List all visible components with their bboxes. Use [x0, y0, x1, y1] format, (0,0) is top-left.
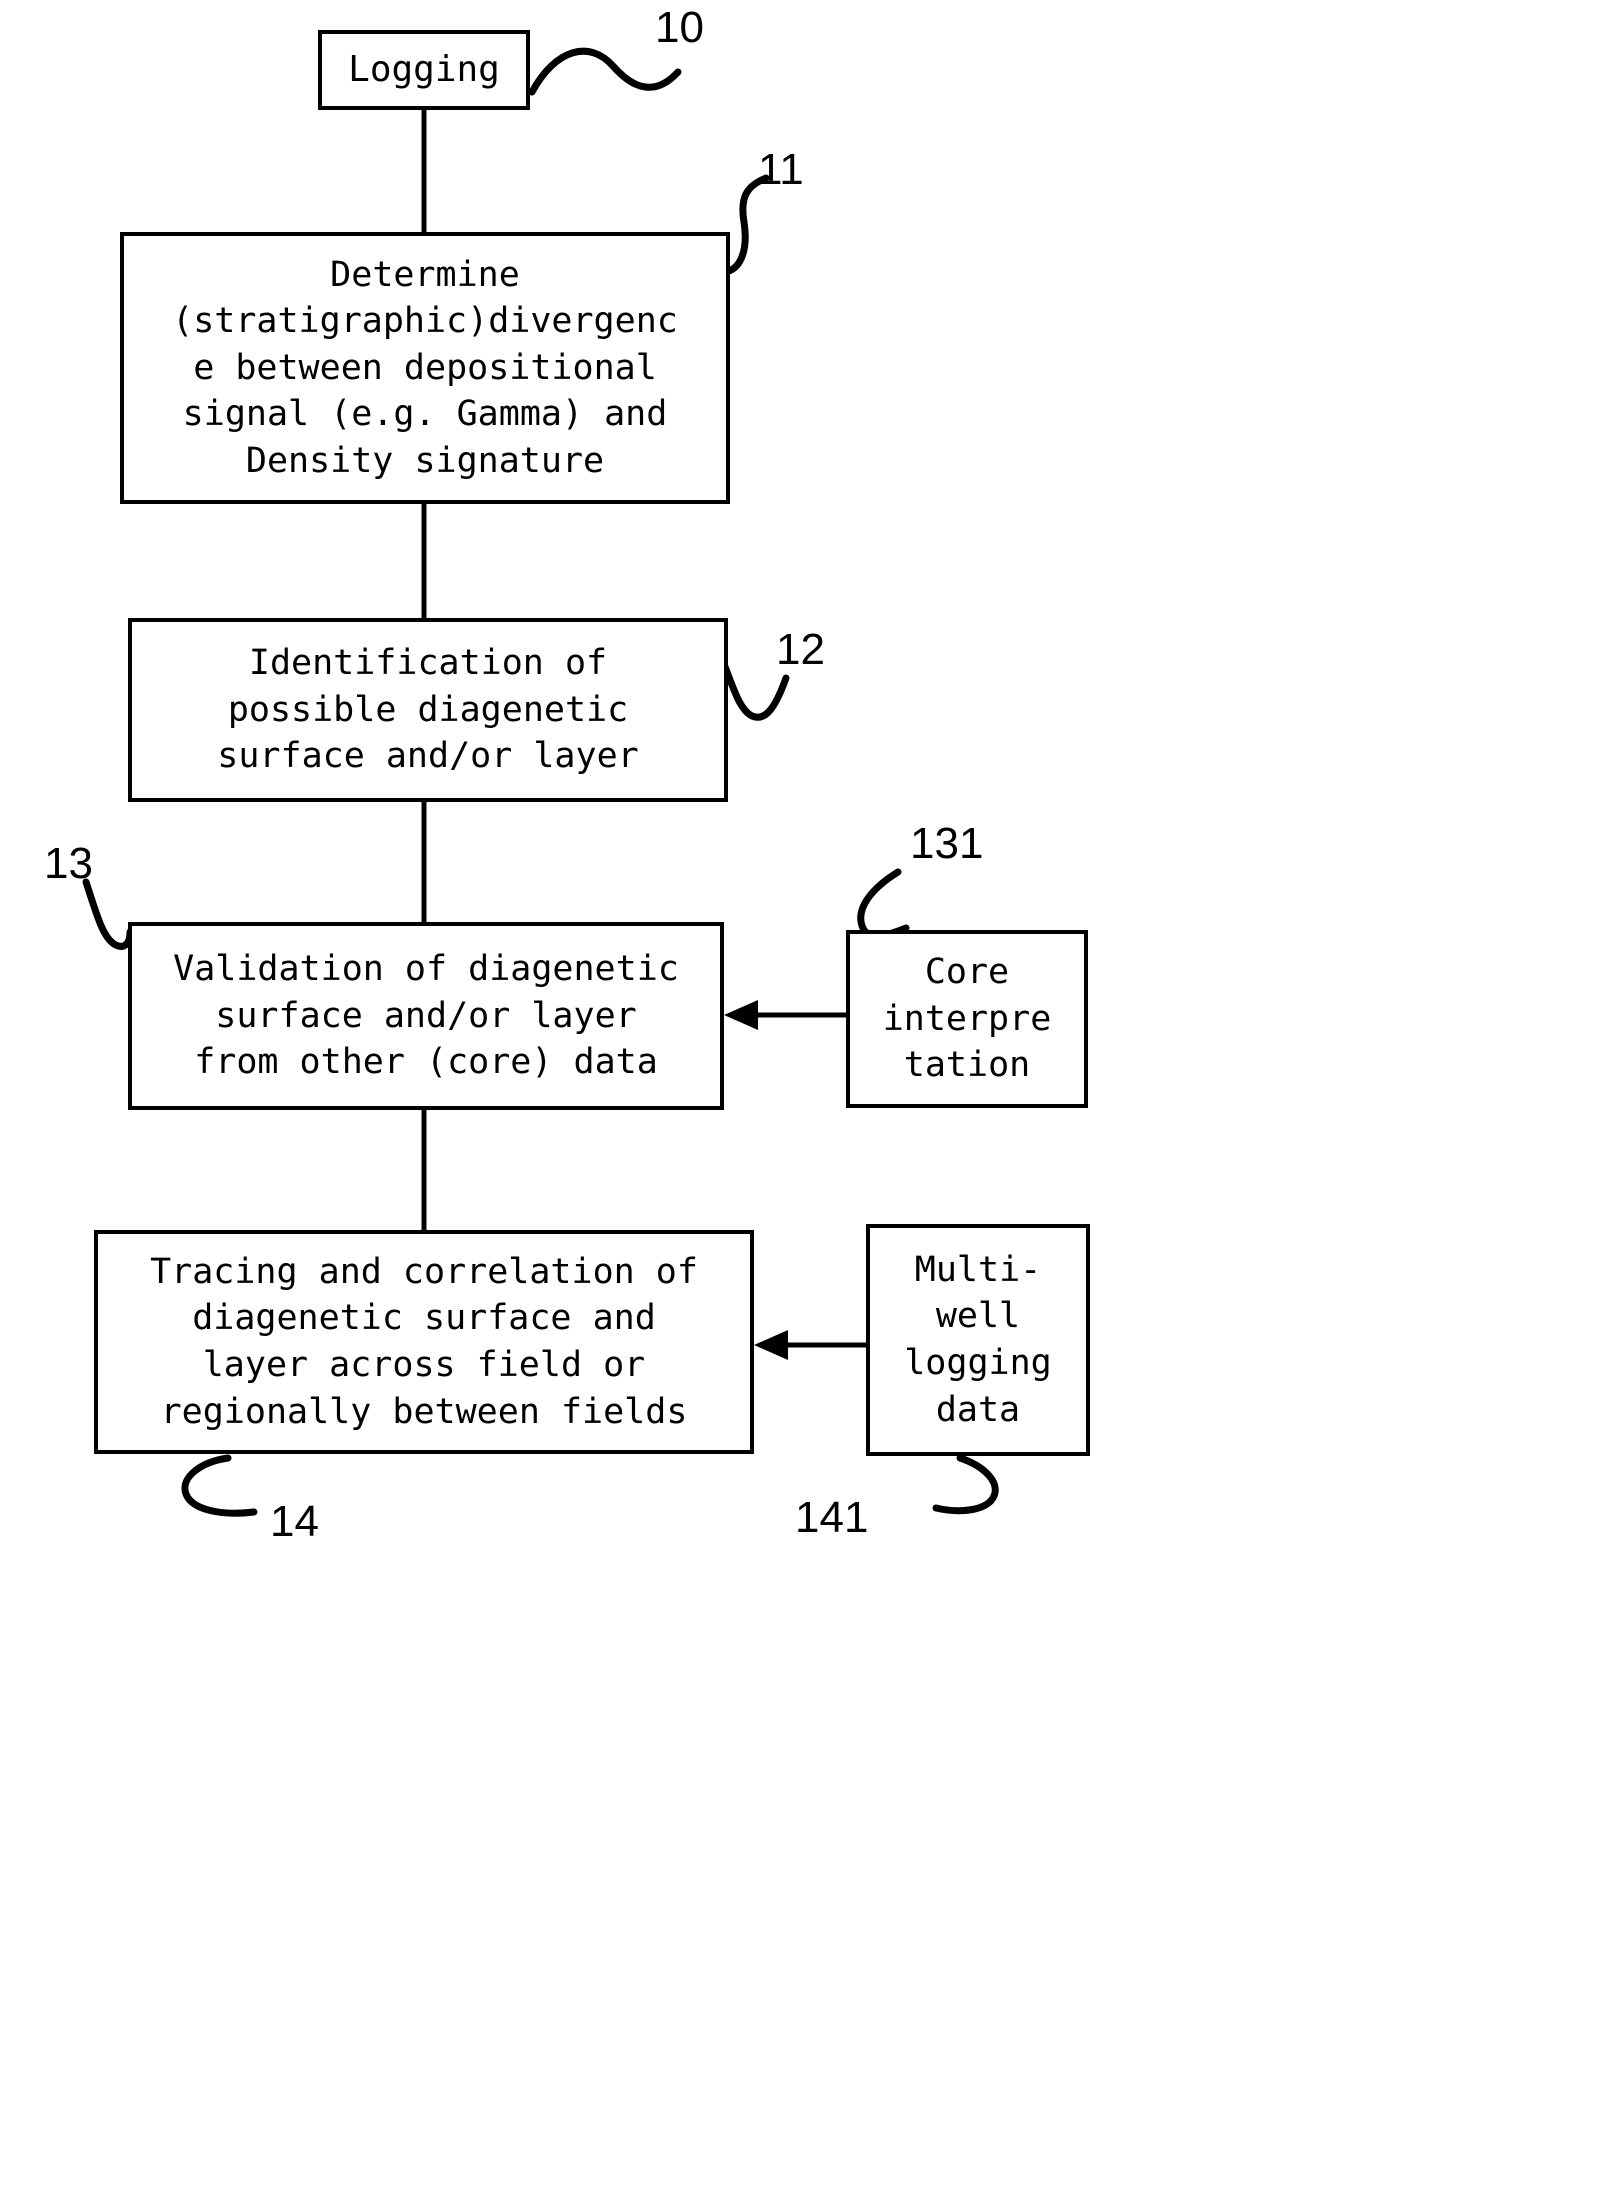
node-logging[interactable]: Logging	[318, 30, 530, 110]
reference-numeral-14: 14	[270, 1497, 319, 1546]
reference-numeral-12: 12	[776, 625, 825, 674]
reference-numeral-13: 13	[44, 839, 93, 888]
leader-line-10	[528, 47, 682, 96]
leader-line-131	[857, 868, 910, 940]
node-tracing-correlation-label: Tracing and correlation of diagenetic su…	[150, 1251, 698, 1432]
node-validation-diagenetic-label: Validation of diagenetic surface and/or …	[173, 949, 679, 1083]
node-core-interpretation[interactable]: Core interpre tation	[846, 930, 1088, 1108]
node-multiwell-logging-data-label: Multi- well logging data	[904, 1249, 1052, 1430]
node-determine-divergence-label: Determine (stratigraphic)divergenc e bet…	[172, 254, 678, 481]
arrow-core-to-validation	[724, 1000, 846, 1030]
node-logging-label: Logging	[348, 49, 500, 91]
node-determine-divergence[interactable]: Determine (stratigraphic)divergenc e bet…	[120, 232, 730, 504]
flowchart-canvas: Logging Determine (stratigraphic)diverge…	[0, 0, 1611, 2208]
node-tracing-correlation[interactable]: Tracing and correlation of diagenetic su…	[94, 1230, 754, 1454]
node-validation-diagenetic[interactable]: Validation of diagenetic surface and/or …	[128, 922, 724, 1110]
arrow-multiwell-to-tracing	[754, 1330, 866, 1360]
reference-numeral-141: 141	[795, 1493, 869, 1542]
reference-numeral-11: 11	[758, 145, 804, 194]
leader-line-13	[82, 878, 134, 950]
leader-line-141	[932, 1454, 999, 1515]
reference-numeral-10: 10	[655, 3, 704, 52]
reference-numeral-131: 131	[910, 819, 984, 868]
node-core-interpretation-label: Core interpre tation	[882, 952, 1052, 1086]
leader-line-14	[181, 1454, 258, 1517]
node-identification-diagenetic-label: Identification of possible diagenetic su…	[217, 643, 639, 777]
node-identification-diagenetic[interactable]: Identification of possible diagenetic su…	[128, 618, 728, 802]
node-multiwell-logging-data[interactable]: Multi- well logging data	[866, 1224, 1090, 1456]
